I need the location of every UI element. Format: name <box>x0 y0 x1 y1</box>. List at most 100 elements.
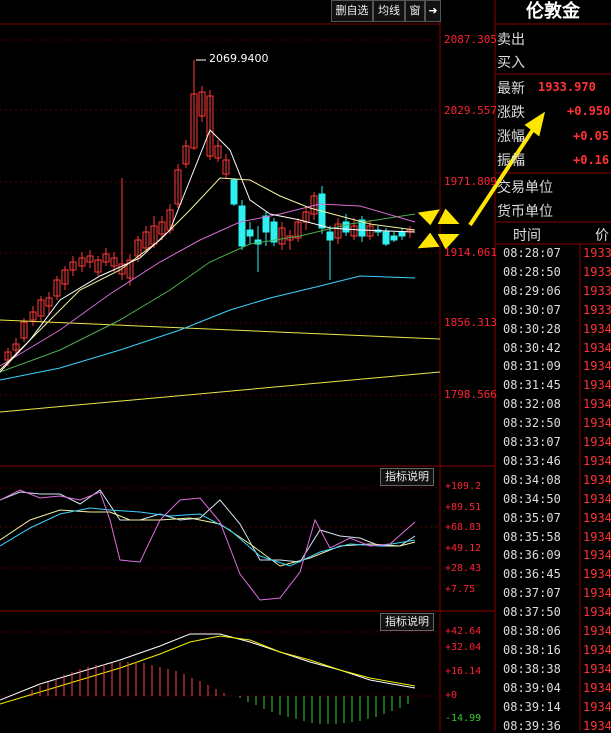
amplitude-value: +0.16 <box>573 153 610 167</box>
tick-time: 08:33:07 <box>503 435 561 449</box>
buy-label: 买入 <box>497 55 525 71</box>
tick-time: 08:33:46 <box>503 453 561 468</box>
tick-time: 08:32:08 <box>503 397 561 412</box>
tick-time: 08:30:07 <box>503 302 561 317</box>
currency-unit-label: 货币单位 <box>497 204 553 220</box>
tick-price: 1934 <box>583 340 611 355</box>
indicator-label: +16.14 <box>445 666 482 677</box>
tick-price: 1934 <box>583 529 611 544</box>
candle-body <box>270 221 278 243</box>
moving-average-line <box>0 213 416 373</box>
indicator-label: +68.83 <box>445 522 482 533</box>
tick-time: 08:39:04 <box>503 680 561 695</box>
window-button[interactable]: 窗 <box>405 0 425 22</box>
tick-time: 08:32:50 <box>503 416 561 431</box>
candle-body <box>390 235 398 241</box>
indicator-line <box>0 489 416 563</box>
tick-time: 08:36:45 <box>503 567 561 582</box>
tick-price: 1934 <box>583 548 611 563</box>
high-marker-label: 2069.9400 <box>209 52 269 65</box>
tick-price: 1934 <box>583 718 611 733</box>
tick-price: 1934 <box>583 680 611 695</box>
tick-price: 1934 <box>583 453 611 468</box>
tick-time: 08:39:14 <box>503 699 561 714</box>
indicator-help-button[interactable]: 指标说明 <box>380 613 434 631</box>
price-label: 1798.566 <box>444 388 497 401</box>
tick-time: 08:38:06 <box>503 624 561 638</box>
exit-arrow-icon[interactable]: ➜ <box>425 0 441 22</box>
indicator-help-button[interactable]: 指标说明 <box>380 468 434 486</box>
tick-price: 1934 <box>583 472 611 487</box>
indicator-label: +32.04 <box>445 642 482 653</box>
change-value: +0.950 <box>567 104 611 118</box>
tick-price: 1934 <box>583 699 611 714</box>
price-column-header: 价 <box>595 228 609 244</box>
indicator-label: +7.75 <box>445 584 476 595</box>
price-label: 2087.305 <box>444 33 497 46</box>
tick-price: 1934 <box>583 435 611 449</box>
price-label: 1856.313 <box>444 316 497 329</box>
candle-body <box>230 179 238 205</box>
change-percent-value: +0.05 <box>573 129 610 143</box>
indicator-label: +42.64 <box>445 626 482 637</box>
indicator-label: -14.99 <box>445 713 482 724</box>
tick-price: 1933 <box>583 302 611 317</box>
tick-price: 1934 <box>583 567 611 582</box>
sell-label: 卖出 <box>497 32 525 48</box>
tick-price: 1934 <box>583 661 611 676</box>
tick-time: 08:38:16 <box>503 642 561 657</box>
tick-price: 1933 <box>583 283 611 298</box>
tick-time: 08:36:09 <box>503 548 561 563</box>
tick-time: 08:39:36 <box>503 718 561 733</box>
tick-time: 08:28:50 <box>503 264 561 279</box>
candle-body <box>246 229 254 237</box>
tick-price: 1934 <box>583 624 611 638</box>
tick-time: 08:34:50 <box>503 491 561 506</box>
indicator-label: +89.51 <box>445 502 482 513</box>
indicator-label: +49.12 <box>445 543 482 554</box>
amplitude-label: 振幅 <box>497 153 525 169</box>
candle-body <box>262 215 270 233</box>
tick-price: 1934 <box>583 642 611 657</box>
indicator-label: +0 <box>445 690 458 701</box>
delete-watchlist-button[interactable]: 删自选 <box>331 0 373 22</box>
tick-price: 1934 <box>583 359 611 374</box>
indicator-label: +28.43 <box>445 563 482 574</box>
tick-time: 08:30:28 <box>503 321 561 336</box>
tick-price: 1934 <box>583 586 611 601</box>
tick-time: 08:37:50 <box>503 605 561 620</box>
tick-price: 1934 <box>583 605 611 620</box>
price-label: 1971.809 <box>444 175 497 188</box>
moving-average-button[interactable]: 均线 <box>373 0 405 22</box>
candle-body <box>398 231 406 237</box>
price-label: 1914.061 <box>444 246 497 259</box>
tick-price: 1934 <box>583 416 611 431</box>
tick-time: 08:31:45 <box>503 378 561 393</box>
tick-price: 1933 <box>583 246 611 260</box>
candle-body <box>342 221 350 233</box>
change-label: 涨跌 <box>497 105 525 121</box>
tick-time: 08:28:07 <box>503 246 561 260</box>
tick-time: 08:38:38 <box>503 661 561 676</box>
tick-price: 1933 <box>583 264 611 279</box>
latest-label: 最新 <box>497 81 525 97</box>
tick-time: 08:29:06 <box>503 283 561 298</box>
tick-time: 08:34:08 <box>503 472 561 487</box>
tick-time: 08:37:07 <box>503 586 561 601</box>
instrument-title: 伦敦金 <box>526 1 580 22</box>
tick-price: 1934 <box>583 491 611 506</box>
tick-time: 08:30:42 <box>503 340 561 355</box>
change-percent-label: 涨幅 <box>497 129 525 145</box>
tick-price: 1934 <box>583 321 611 336</box>
tick-time: 08:35:07 <box>503 510 561 525</box>
candle-body <box>382 231 390 245</box>
candle-body <box>326 231 334 241</box>
moving-average-line <box>0 203 416 367</box>
time-column-header: 时间 <box>513 228 541 244</box>
moving-average-line <box>0 371 441 413</box>
tick-time: 08:31:09 <box>503 359 561 374</box>
latest-value: 1933.970 <box>538 80 596 94</box>
indicator-label: +109.2 <box>445 481 482 492</box>
tick-price: 1934 <box>583 378 611 393</box>
tick-time: 08:35:58 <box>503 529 561 544</box>
